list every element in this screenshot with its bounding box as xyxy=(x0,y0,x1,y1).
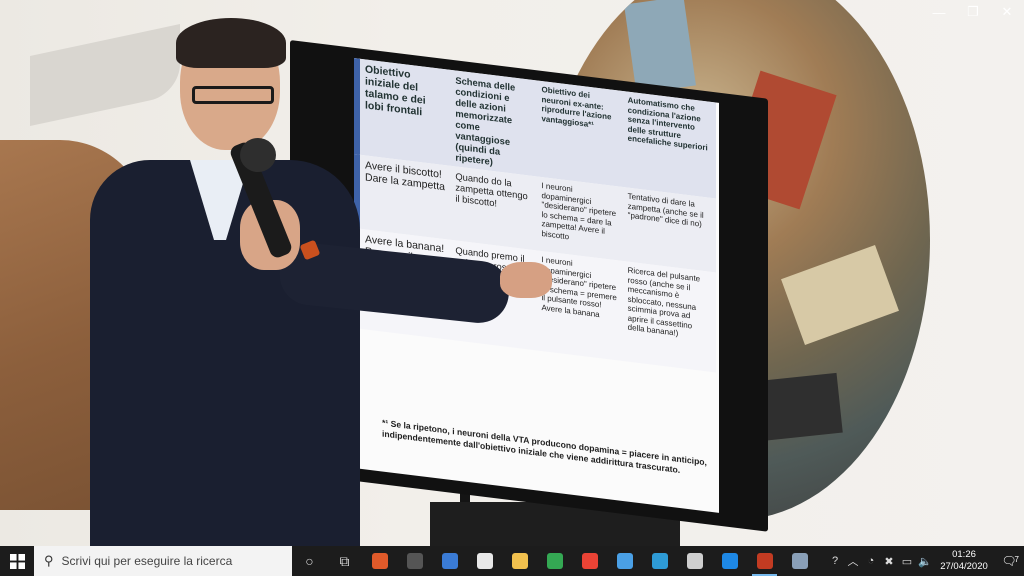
file-explorer-button[interactable] xyxy=(502,546,537,576)
table-cell: Tentativo di dare la zampetta (anche se … xyxy=(622,186,716,273)
app-arrow-icon xyxy=(616,553,633,569)
table-cell: Ricerca del pulsante rosso (anche se il … xyxy=(622,260,716,373)
cortana-icon: ○ xyxy=(305,553,314,569)
app-arrow-button[interactable] xyxy=(607,546,642,576)
taskbar-clock[interactable]: 01:26 27/04/2020 xyxy=(934,549,994,573)
file-explorer-icon xyxy=(511,553,528,569)
edge-icon xyxy=(721,553,738,569)
app-gear-icon xyxy=(791,553,808,569)
presenter xyxy=(80,10,552,546)
chrome-icon xyxy=(546,553,563,569)
clock-time: 01:26 xyxy=(952,549,976,560)
app-white-icon xyxy=(476,553,493,569)
chevron-up-icon[interactable]: ︿ xyxy=(844,546,862,576)
table-cell: I neuroni dopaminergici "desiderano" rip… xyxy=(536,176,623,261)
store-button[interactable] xyxy=(432,546,467,576)
app-dark-button[interactable] xyxy=(397,546,432,576)
globe-icon xyxy=(651,553,668,569)
taskbar-apps: ○ ⧉ xyxy=(292,546,817,576)
media-player-icon xyxy=(756,553,773,569)
volume-icon[interactable]: 🔈 xyxy=(916,546,934,576)
chrome-icon-2-button[interactable] xyxy=(572,546,607,576)
app-red-button[interactable] xyxy=(362,546,397,576)
close-button[interactable]: ✕ xyxy=(990,0,1024,24)
microphone-head xyxy=(240,138,276,172)
battery-icon[interactable]: ▭ xyxy=(898,546,916,576)
help-icon[interactable]: ? xyxy=(826,546,844,576)
chrome-button[interactable] xyxy=(537,546,572,576)
window-controls: — ❐ ✕ xyxy=(922,0,1024,24)
notification-center-button[interactable]: 🗨 7 xyxy=(994,554,1024,568)
app-white-button[interactable] xyxy=(467,546,502,576)
table-cell: I neuroni dopaminergici "desiderano" rip… xyxy=(536,250,623,361)
presenter-glasses xyxy=(192,86,274,104)
app-dark-icon xyxy=(406,553,423,569)
start-button[interactable] xyxy=(0,546,34,576)
footnote-text: Se la ripetono, i neuroni della VTA prod… xyxy=(382,418,707,476)
search-icon: ⚲ xyxy=(44,553,54,568)
windows-logo-icon xyxy=(9,553,25,569)
slide-footnote: *¹ Se la ripetono, i neuroni della VTA p… xyxy=(382,417,712,480)
cortana-button[interactable]: ○ xyxy=(292,546,327,576)
globe-button[interactable] xyxy=(642,546,677,576)
network-icon[interactable]: ◔ xyxy=(862,546,880,576)
system-tray: ? ︿ ◔ ✖ ▭ 🔈 01:26 27/04/2020 🗨 7 xyxy=(826,546,1024,576)
table-header: Obiettivo dei neuroni ex-ante: riprodurr… xyxy=(536,80,623,187)
app-red-icon xyxy=(371,553,388,569)
edge-button[interactable] xyxy=(712,546,747,576)
clock-date: 27/04/2020 xyxy=(940,561,988,572)
minimize-button[interactable]: — xyxy=(922,0,956,24)
app-doc-button[interactable] xyxy=(677,546,712,576)
restore-button[interactable]: ❐ xyxy=(956,0,990,24)
table-header: Schema delle condizioni e delle azioni m… xyxy=(450,69,537,177)
app-doc-icon xyxy=(686,553,703,569)
app-gear-button[interactable] xyxy=(782,546,817,576)
presenter-pointing-hand xyxy=(500,262,552,298)
video-frame: Obiettivo iniziale del talamo e dei lobi… xyxy=(0,0,1024,546)
taskbar-search[interactable]: ⚲ Scrivi qui per eseguire la ricerca xyxy=(34,546,292,576)
notification-count: 7 xyxy=(1014,555,1019,564)
task-view-button[interactable]: ⧉ xyxy=(327,546,362,576)
task-view-icon: ⧉ xyxy=(339,552,350,569)
chrome-icon-2 xyxy=(581,553,598,569)
media-player-button[interactable] xyxy=(747,546,782,576)
wifi-off-icon[interactable]: ✖ xyxy=(880,546,898,576)
search-placeholder: Scrivi qui per eseguire la ricerca xyxy=(61,554,233,568)
table-header: Automatismo che condiziona l'azione senz… xyxy=(622,90,716,199)
presenter-hair xyxy=(176,18,286,68)
taskbar: ⚲ Scrivi qui per eseguire la ricerca ○ ⧉ … xyxy=(0,546,1024,576)
store-icon xyxy=(441,553,458,569)
table-cell: Quando do la zampetta ottengo il biscott… xyxy=(450,165,537,251)
